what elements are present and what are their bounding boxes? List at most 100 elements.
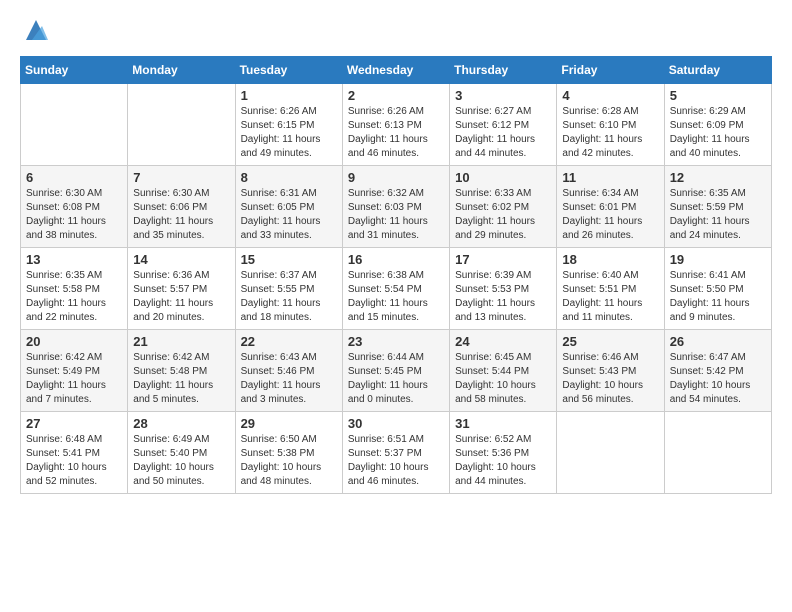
day-number: 15 — [241, 252, 337, 267]
day-number: 9 — [348, 170, 444, 185]
day-info: Sunrise: 6:31 AMSunset: 6:05 PMDaylight:… — [241, 187, 337, 243]
weekday-header: Sunday — [21, 57, 128, 84]
calendar-cell: 21Sunrise: 6:42 AMSunset: 5:48 PMDayligh… — [128, 330, 235, 412]
day-info: Sunrise: 6:42 AMSunset: 5:48 PMDaylight:… — [133, 351, 229, 407]
day-info: Sunrise: 6:45 AMSunset: 5:44 PMDaylight:… — [455, 351, 551, 407]
day-number: 7 — [133, 170, 229, 185]
logo — [20, 16, 50, 44]
day-info: Sunrise: 6:26 AMSunset: 6:13 PMDaylight:… — [348, 105, 444, 161]
calendar-cell: 17 Sunrise: 6:39 AMSunset: 5:53 PMDayligh… — [450, 248, 557, 330]
weekday-header: Tuesday — [235, 57, 342, 84]
calendar-cell: 6Sunrise: 6:30 AMSunset: 6:08 PMDaylight… — [21, 166, 128, 248]
day-number: 5 — [670, 88, 766, 103]
day-info: Sunrise: 6:47 AMSunset: 5:42 PMDaylight:… — [670, 351, 766, 407]
calendar-cell: 26Sunrise: 6:47 AMSunset: 5:42 PMDayligh… — [664, 330, 771, 412]
day-number: 23 — [348, 334, 444, 349]
calendar-cell: 31 Sunrise: 6:52 AMSunset: 5:36 PMDayligh… — [450, 412, 557, 494]
calendar-cell: 14 Sunrise: 6:36 AMSunset: 5:57 PMDayligh… — [128, 248, 235, 330]
day-number: 27 — [26, 416, 122, 431]
weekday-header: Thursday — [450, 57, 557, 84]
day-info: Sunrise: 6:52 AMSunset: 5:36 PMDaylight:… — [455, 433, 551, 489]
calendar-cell: 16 Sunrise: 6:38 AMSunset: 5:54 PMDayligh… — [342, 248, 449, 330]
calendar-cell: 18Sunrise: 6:40 AMSunset: 5:51 PMDayligh… — [557, 248, 664, 330]
weekday-header: Friday — [557, 57, 664, 84]
day-info: Sunrise: 6:46 AMSunset: 5:43 PMDaylight:… — [562, 351, 658, 407]
day-info: Sunrise: 6:48 AMSunset: 5:41 PMDaylight:… — [26, 433, 122, 489]
day-number: 28 — [133, 416, 229, 431]
calendar-cell: 2 Sunrise: 6:26 AMSunset: 6:13 PMDaylight… — [342, 84, 449, 166]
day-number: 16 — [348, 252, 444, 267]
calendar-cell: 27 Sunrise: 6:48 AMSunset: 5:41 PMDayligh… — [21, 412, 128, 494]
day-number: 13 — [26, 252, 122, 267]
calendar-cell: 3 Sunrise: 6:27 AMSunset: 6:12 PMDaylight… — [450, 84, 557, 166]
calendar-cell: 13 Sunrise: 6:35 AMSunset: 5:58 PMDayligh… — [21, 248, 128, 330]
calendar-cell — [557, 412, 664, 494]
day-number: 4 — [562, 88, 658, 103]
day-number: 24 — [455, 334, 551, 349]
header — [20, 16, 772, 44]
day-info: Sunrise: 6:33 AMSunset: 6:02 PMDaylight:… — [455, 187, 551, 243]
day-info: Sunrise: 6:37 AMSunset: 5:55 PMDaylight:… — [241, 269, 337, 325]
day-info: Sunrise: 6:27 AMSunset: 6:12 PMDaylight:… — [455, 105, 551, 161]
calendar-cell: 19 Sunrise: 6:41 AMSunset: 5:50 PMDayligh… — [664, 248, 771, 330]
day-number: 25 — [562, 334, 658, 349]
calendar-cell — [128, 84, 235, 166]
day-number: 3 — [455, 88, 551, 103]
calendar-cell — [21, 84, 128, 166]
day-info: Sunrise: 6:50 AMSunset: 5:38 PMDaylight:… — [241, 433, 337, 489]
day-number: 19 — [670, 252, 766, 267]
day-info: Sunrise: 6:32 AMSunset: 6:03 PMDaylight:… — [348, 187, 444, 243]
day-info: Sunrise: 6:42 AMSunset: 5:49 PMDaylight:… — [26, 351, 122, 407]
day-info: Sunrise: 6:30 AMSunset: 6:06 PMDaylight:… — [133, 187, 229, 243]
page: SundayMondayTuesdayWednesdayThursdayFrid… — [0, 0, 792, 612]
calendar-cell: 11 Sunrise: 6:34 AMSunset: 6:01 PMDayligh… — [557, 166, 664, 248]
calendar-cell: 9 Sunrise: 6:32 AMSunset: 6:03 PMDaylight… — [342, 166, 449, 248]
day-info: Sunrise: 6:35 AMSunset: 5:59 PMDaylight:… — [670, 187, 766, 243]
day-number: 11 — [562, 170, 658, 185]
day-info: Sunrise: 6:29 AMSunset: 6:09 PMDaylight:… — [670, 105, 766, 161]
day-info: Sunrise: 6:36 AMSunset: 5:57 PMDaylight:… — [133, 269, 229, 325]
day-info: Sunrise: 6:49 AMSunset: 5:40 PMDaylight:… — [133, 433, 229, 489]
calendar-week-row: 1Sunrise: 6:26 AMSunset: 6:15 PMDaylight… — [21, 84, 772, 166]
calendar-cell: 15 Sunrise: 6:37 AMSunset: 5:55 PMDayligh… — [235, 248, 342, 330]
day-info: Sunrise: 6:40 AMSunset: 5:51 PMDaylight:… — [562, 269, 658, 325]
logo-icon — [22, 16, 50, 44]
day-info: Sunrise: 6:41 AMSunset: 5:50 PMDaylight:… — [670, 269, 766, 325]
calendar-week-row: 20Sunrise: 6:42 AMSunset: 5:49 PMDayligh… — [21, 330, 772, 412]
day-number: 2 — [348, 88, 444, 103]
calendar-cell: 28 Sunrise: 6:49 AMSunset: 5:40 PMDayligh… — [128, 412, 235, 494]
day-info: Sunrise: 6:35 AMSunset: 5:58 PMDaylight:… — [26, 269, 122, 325]
day-number: 30 — [348, 416, 444, 431]
calendar-cell — [664, 412, 771, 494]
weekday-header: Saturday — [664, 57, 771, 84]
day-info: Sunrise: 6:38 AMSunset: 5:54 PMDaylight:… — [348, 269, 444, 325]
calendar-cell: 30Sunrise: 6:51 AMSunset: 5:37 PMDayligh… — [342, 412, 449, 494]
day-info: Sunrise: 6:43 AMSunset: 5:46 PMDaylight:… — [241, 351, 337, 407]
day-number: 14 — [133, 252, 229, 267]
calendar-week-row: 13 Sunrise: 6:35 AMSunset: 5:58 PMDayligh… — [21, 248, 772, 330]
calendar-cell: 20Sunrise: 6:42 AMSunset: 5:49 PMDayligh… — [21, 330, 128, 412]
day-info: Sunrise: 6:28 AMSunset: 6:10 PMDaylight:… — [562, 105, 658, 161]
day-number: 8 — [241, 170, 337, 185]
weekday-header: Monday — [128, 57, 235, 84]
day-number: 6 — [26, 170, 122, 185]
calendar-cell: 10 Sunrise: 6:33 AMSunset: 6:02 PMDayligh… — [450, 166, 557, 248]
day-number: 22 — [241, 334, 337, 349]
calendar-cell: 25 Sunrise: 6:46 AMSunset: 5:43 PMDayligh… — [557, 330, 664, 412]
day-number: 10 — [455, 170, 551, 185]
calendar-cell: 23 Sunrise: 6:44 AMSunset: 5:45 PMDayligh… — [342, 330, 449, 412]
calendar-cell: 29Sunrise: 6:50 AMSunset: 5:38 PMDayligh… — [235, 412, 342, 494]
day-info: Sunrise: 6:26 AMSunset: 6:15 PMDaylight:… — [241, 105, 337, 161]
calendar-cell: 12Sunrise: 6:35 AMSunset: 5:59 PMDayligh… — [664, 166, 771, 248]
day-number: 31 — [455, 416, 551, 431]
day-number: 17 — [455, 252, 551, 267]
day-info: Sunrise: 6:39 AMSunset: 5:53 PMDaylight:… — [455, 269, 551, 325]
weekday-header-row: SundayMondayTuesdayWednesdayThursdayFrid… — [21, 57, 772, 84]
calendar-cell: 7 Sunrise: 6:30 AMSunset: 6:06 PMDaylight… — [128, 166, 235, 248]
calendar-cell: 4 Sunrise: 6:28 AMSunset: 6:10 PMDaylight… — [557, 84, 664, 166]
day-info: Sunrise: 6:34 AMSunset: 6:01 PMDaylight:… — [562, 187, 658, 243]
calendar: SundayMondayTuesdayWednesdayThursdayFrid… — [20, 56, 772, 494]
day-info: Sunrise: 6:44 AMSunset: 5:45 PMDaylight:… — [348, 351, 444, 407]
calendar-cell: 1Sunrise: 6:26 AMSunset: 6:15 PMDaylight… — [235, 84, 342, 166]
calendar-week-row: 6Sunrise: 6:30 AMSunset: 6:08 PMDaylight… — [21, 166, 772, 248]
